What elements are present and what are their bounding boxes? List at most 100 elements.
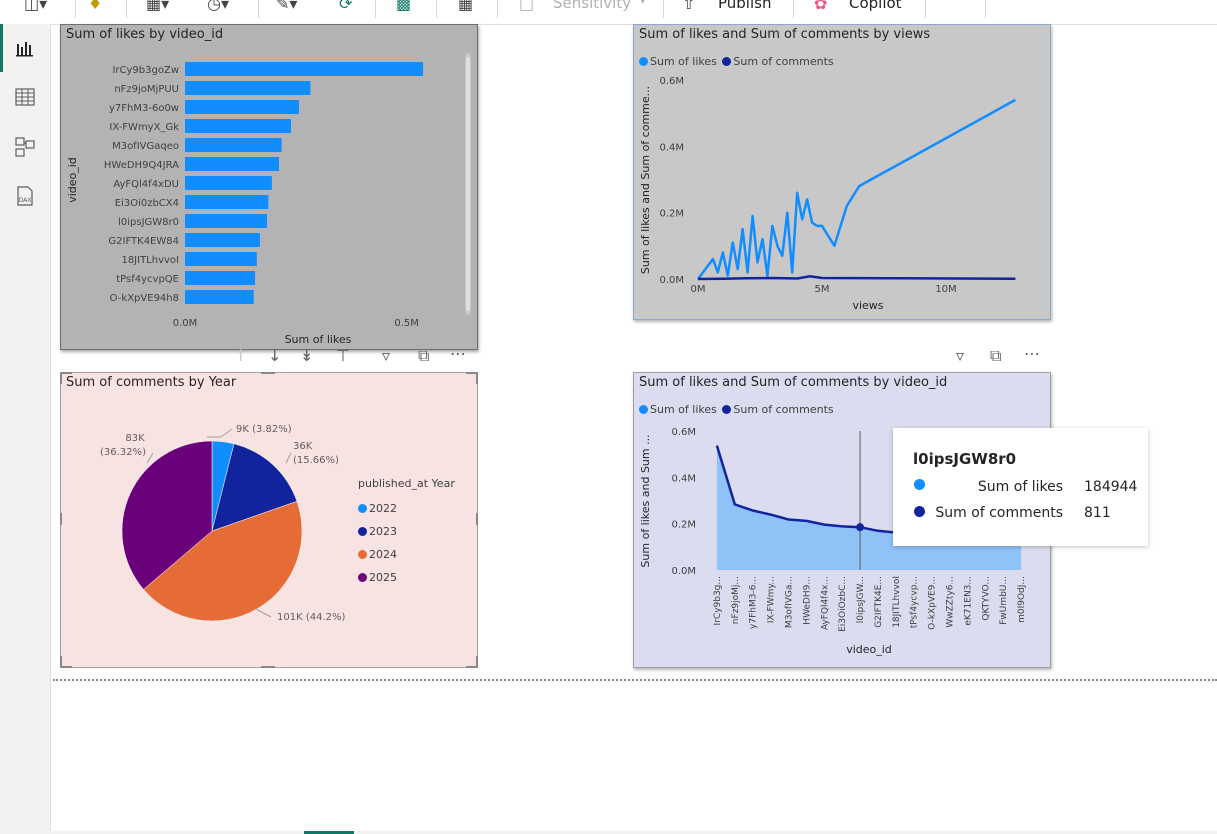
drill-up-icon: ↑: [234, 346, 248, 365]
bar: [185, 119, 291, 133]
x-tick-label: AyFQl4f4x...: [820, 576, 830, 630]
bar: [185, 176, 272, 190]
focus-mode-icon[interactable]: ⧉: [418, 346, 429, 366]
x-tick-label: 0M: [691, 284, 706, 295]
y-axis-title: video_id: [66, 157, 79, 203]
ribbon-divider: [258, 0, 259, 18]
table-grid-icon[interactable]: ▦▾: [146, 0, 169, 13]
resize-handle[interactable]: [60, 372, 62, 384]
x-tick-label: 0.5M: [394, 318, 419, 329]
filter-icon[interactable]: ▿: [382, 346, 390, 365]
x-tick-label: nFz9joMj...: [731, 576, 741, 624]
publish-button[interactable]: Publish: [718, 0, 771, 12]
y-tick-label: 0.0M: [671, 566, 696, 577]
category-label: G2IFTK4EW84: [108, 236, 179, 247]
more-options-icon[interactable]: ⋯: [450, 344, 466, 363]
sensitivity-button: Sensitivity: [553, 0, 632, 12]
category-label: HWeDH9Q4JRA: [104, 160, 179, 171]
x-tick-label: tPsf4ycvp...: [910, 576, 920, 628]
copilot-icon[interactable]: ✿: [814, 0, 827, 13]
format-painter-icon[interactable]: ♦: [88, 0, 102, 13]
comments-by-year-pie-visual[interactable]: Sum of comments by Year 9K (3.82%) 36K (…: [60, 372, 478, 668]
x-tick-label: 5M: [815, 284, 830, 295]
data-label-2025-pct: (36.32%): [100, 447, 146, 458]
x-tick-label: Ei3OiOzbC...: [838, 576, 848, 632]
legend-label-2022: 2022: [369, 502, 397, 515]
data-label-2022: 9K (3.82%): [236, 424, 292, 435]
bar-chart: IrCy9b3goZw nFz9joMjPUU y7FhM3-6o0w IX-FWmy…: [66, 53, 471, 346]
category-label: nFz9joMjPUU: [114, 84, 179, 95]
label-leader-2023: [285, 452, 292, 464]
bar: [185, 233, 260, 247]
data-label-2024: 101K (44.2%): [277, 612, 345, 623]
filter-icon[interactable]: ▿: [956, 346, 964, 365]
visual-header-toolbar: ↑ ↓ ↡ ⊤ ▿ ⧉ ⋯: [230, 344, 480, 372]
legend-item-2025[interactable]: 2025: [358, 566, 397, 589]
y-tick-label: 0.0M: [659, 275, 684, 286]
resize-handle[interactable]: [60, 513, 62, 525]
resize-handle[interactable]: [261, 372, 275, 374]
chart-tooltip: l0ipsJGW8r0 Sum of likes 184944 Sum of c…: [893, 428, 1148, 546]
ribbon-divider: [436, 0, 437, 18]
x-tick-label: 0.0M: [173, 318, 198, 329]
resize-handle[interactable]: [476, 513, 478, 525]
y-tick-label: 0.2M: [659, 209, 684, 220]
ribbon-divider: [75, 0, 76, 18]
category-label: l0ipsJGW8r0: [118, 217, 179, 228]
model-view-button[interactable]: [13, 135, 37, 159]
legend-item-2023[interactable]: 2023: [358, 520, 397, 543]
y-tick-label: 0.6M: [671, 427, 696, 438]
x-tick-label: HWeDH9...: [802, 576, 812, 625]
report-view-button[interactable]: [13, 36, 37, 60]
likes-by-video-bar-visual[interactable]: Sum of likes by video_id IrCy9b3goZw nFz9…: [60, 24, 478, 350]
bar: [185, 138, 282, 152]
x-tick-label: FwUmbU...: [999, 576, 1009, 625]
edit-pencil-icon[interactable]: ✎▾: [276, 0, 297, 13]
resize-handle[interactable]: [476, 372, 478, 384]
legend-item-2024[interactable]: 2024: [358, 543, 397, 566]
add-page-icon[interactable]: ▩: [396, 0, 411, 13]
publish-icon[interactable]: ⇧: [682, 0, 695, 13]
refresh-icon[interactable]: ⟳: [339, 0, 352, 13]
expand-hierarchy-icon[interactable]: ⊤: [336, 346, 350, 365]
likes-comments-by-views-visual[interactable]: Sum of likes and Sum of comments by view…: [633, 24, 1051, 320]
more-options-icon[interactable]: ⋯: [1024, 344, 1040, 363]
hover-point: [856, 523, 865, 532]
bar-chart-icon: [16, 42, 33, 57]
category-label: IX-FWmyX_Gk: [109, 122, 179, 133]
series-line: [697, 275, 1016, 281]
data-label-2023-pct: (15.66%): [293, 455, 339, 466]
dax-label: DAX: [19, 197, 32, 204]
legend-dot-2024: [358, 550, 367, 559]
legend-item-2022[interactable]: 2022: [358, 497, 397, 520]
x-tick-label: m0I9OdJ...: [1017, 576, 1027, 623]
dax-query-view-button[interactable]: DAX: [13, 185, 37, 209]
pie-chart: 9K (3.82%) 36K (15.66%) 101K (44.2%) 83K…: [100, 424, 345, 623]
tooltip-likes-label: Sum of likes: [977, 479, 1063, 495]
drill-down-icon[interactable]: ↓: [268, 346, 281, 365]
resize-handle[interactable]: [476, 656, 478, 668]
calculator-icon[interactable]: ▦: [458, 0, 473, 13]
table-icon: [15, 88, 35, 106]
bar: [185, 81, 311, 95]
page-boundary-line: [53, 679, 1217, 681]
active-view-indicator: [0, 24, 3, 72]
category-label: M3ofIVGaqeo: [112, 141, 179, 152]
resize-handle[interactable]: [60, 656, 62, 668]
focus-mode-icon[interactable]: ⧉: [990, 346, 1001, 366]
category-label: 18JITLhvvoI: [121, 255, 179, 266]
tooltip-comments-value: 811: [1084, 505, 1111, 521]
x-tick-label: 10M: [935, 284, 956, 295]
new-visual-icon[interactable]: ◫▾: [24, 0, 47, 13]
refresh-schedule-icon[interactable]: ◷▾: [207, 0, 229, 13]
table-view-button[interactable]: [13, 85, 37, 109]
bar: [185, 100, 299, 114]
bar: [185, 195, 269, 209]
ribbon-toolbar: ◫▾ ♦ ▦▾ ◷▾ ✎▾ ⟳ ▩ ▦ □ Sensitivity ▾ ⇧ Pu…: [0, 0, 1217, 25]
copilot-button[interactable]: Copilot: [849, 0, 902, 12]
expand-next-level-icon[interactable]: ↡: [300, 346, 313, 365]
x-tick-label: M3ofIVGa...: [785, 576, 795, 628]
tooltip-title: l0ipsJGW8r0: [913, 450, 1017, 468]
resize-handle[interactable]: [261, 666, 275, 668]
tooltip-comments-label: Sum of comments: [935, 505, 1063, 521]
